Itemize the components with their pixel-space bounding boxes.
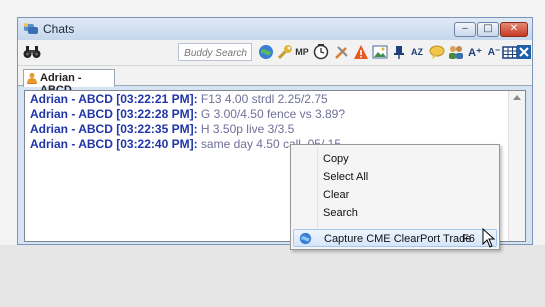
menu-item-search[interactable]: Search [291,204,499,222]
tab-adrian-abcd[interactable]: Adrian - ABCD [23,69,115,96]
user-icon [27,73,37,84]
chat-message: Adrian - ABCD [03:22:35 PM]: H 3.50p liv… [30,122,345,137]
scroll-up-arrow-icon[interactable] [513,95,521,100]
chat-bubble-icon[interactable] [429,44,445,60]
close-button[interactable]: ✕ [500,22,528,37]
menu-item-shortcut: F6 [462,233,475,245]
menu-item-label: Search [323,207,358,219]
font-decrease-icon[interactable]: A⁻ [486,44,502,60]
message-text: F13 4.00 strdl 2.25/2.75 [197,92,328,106]
message-sender: Adrian - ABCD [03:22:21 PM]: [30,92,198,106]
mouse-cursor-icon [482,228,496,248]
message-text: G 3.00/4.50 fence vs 3.89? [197,107,346,121]
users-icon[interactable] [448,44,464,60]
mp-icon[interactable]: MP [294,44,310,60]
message-sender: Adrian - ABCD [03:22:28 PM]: [30,107,198,121]
excel-icon[interactable] [516,44,532,60]
warning-icon[interactable] [353,44,369,60]
menu-item-copy[interactable]: Copy [291,150,499,168]
menu-item-label: Select All [323,171,369,183]
globe-icon[interactable] [258,44,274,60]
tools-icon[interactable] [334,44,350,60]
globe-icon [299,232,312,245]
menu-item-select-all[interactable]: Select All [291,168,499,186]
menu-item-capture-cme-clearport-trade[interactable]: Capture CME ClearPort Trade F6 [293,229,497,247]
maximize-button[interactable]: □ [477,22,499,37]
menu-item-label: Capture CME ClearPort Trade [324,233,472,245]
chats-app-icon [24,23,38,34]
title-bar[interactable]: Chats ‒ □ ✕ [18,18,532,40]
toolbar: MP AZ [18,40,532,66]
vertical-scrollbar[interactable] [508,91,525,241]
tab-bar: Adrian - ABCD [18,66,532,96]
window-title: Chats [43,22,75,36]
message-sender: Adrian - ABCD [03:22:40 PM]: [30,137,198,151]
font-increase-icon[interactable]: A⁺ [467,44,483,60]
message-sender: Adrian - ABCD [03:22:35 PM]: [30,122,198,136]
sort-icon[interactable]: AZ [409,44,425,60]
wrench-icon[interactable] [277,44,293,60]
minimize-button[interactable]: ‒ [454,22,476,37]
find-icon[interactable] [23,45,41,59]
chat-message: Adrian - ABCD [03:22:21 PM]: F13 4.00 st… [30,92,345,107]
clock-icon[interactable] [313,44,329,60]
pin-icon[interactable] [391,44,407,60]
menu-item-label: Copy [323,153,349,165]
context-menu: Copy Select All Clear Search Capture CME… [290,144,500,250]
menu-item-clear[interactable]: Clear [291,186,499,204]
picture-icon[interactable] [372,44,388,60]
buddy-search-input[interactable] [178,43,252,61]
message-text: H 3.50p live 3/3.5 [197,122,295,136]
bottom-panel [0,245,545,307]
chat-message: Adrian - ABCD [03:22:28 PM]: G 3.00/4.50… [30,107,345,122]
menu-item-label: Clear [323,189,350,201]
